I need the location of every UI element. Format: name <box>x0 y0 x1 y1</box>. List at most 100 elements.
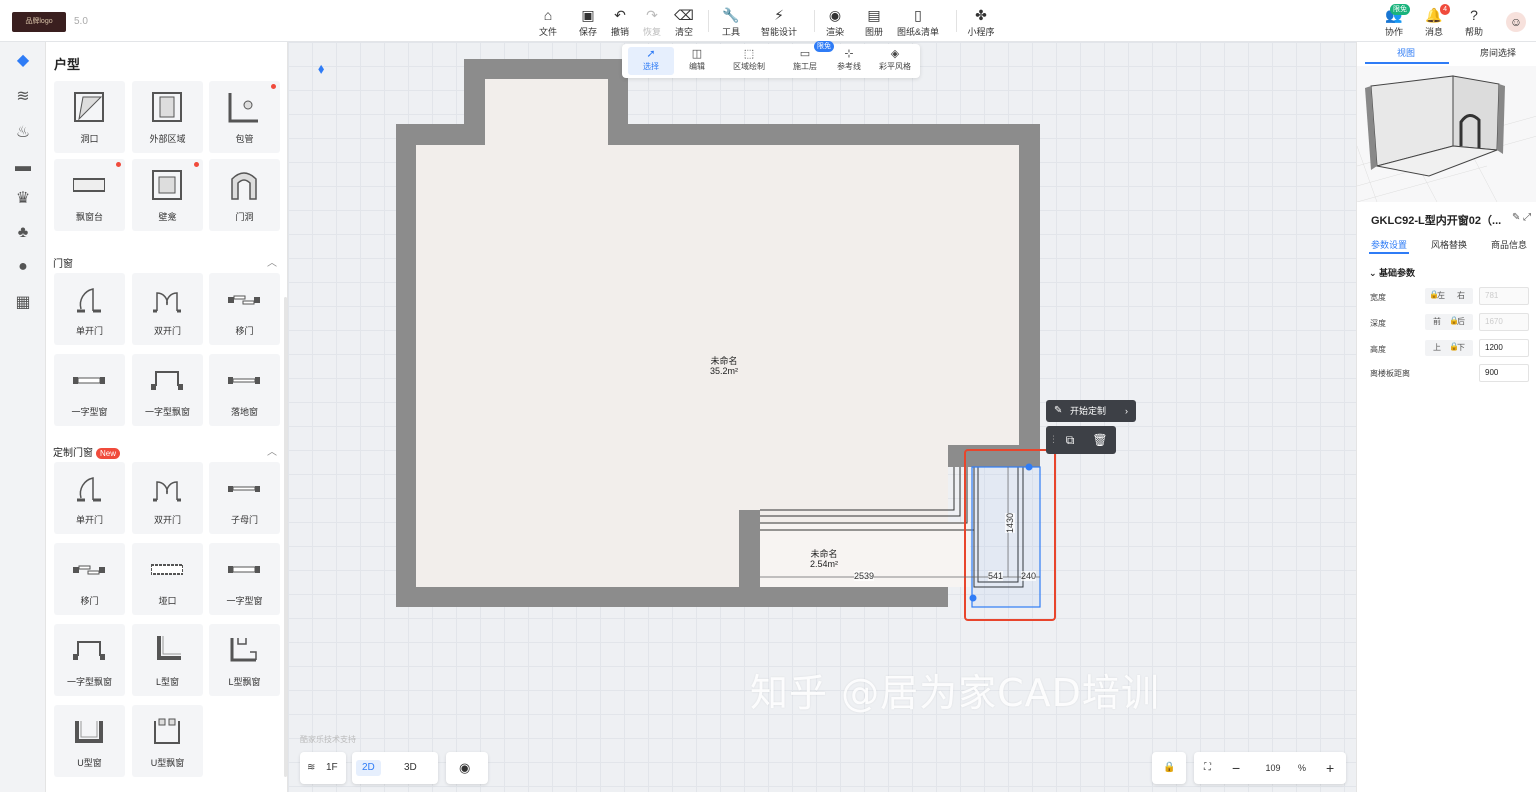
tree-category-icon[interactable]: ♣ <box>12 222 34 244</box>
object-action-bar: ⋮ ⧉ 🗑 <box>1046 426 1116 454</box>
dimension-label[interactable]: 541 <box>988 571 1004 581</box>
tab-view[interactable]: 视图 <box>1397 46 1415 59</box>
floor-selector[interactable]: ≋ 1F <box>300 752 346 784</box>
height-field[interactable]: 1200 <box>1479 339 1529 357</box>
new-badge: New <box>96 448 121 459</box>
dimension-label[interactable]: 240 <box>1021 571 1037 581</box>
library-item[interactable]: 落地窗 <box>209 354 280 426</box>
library-item[interactable]: 一字型窗 <box>209 543 280 615</box>
tab-room-select[interactable]: 房间选择 <box>1480 46 1516 59</box>
dimension-label[interactable]: 1430 <box>1005 512 1016 534</box>
library-item[interactable]: 子母门 <box>209 462 280 534</box>
sofa-category-icon[interactable]: ▬ <box>12 156 34 178</box>
library-item[interactable]: 垭口 <box>132 543 203 615</box>
toolbar-divider <box>956 10 957 32</box>
reference-line-tool[interactable]: ⊹ 参考线 <box>826 47 872 75</box>
clear-button[interactable]: ⌫ 清空 <box>667 6 701 38</box>
library-item[interactable]: 一字型飘窗 <box>132 354 203 426</box>
visibility-button[interactable]: ◉ <box>446 752 488 784</box>
library-item[interactable]: 包管 <box>209 81 280 153</box>
tab-style-replace[interactable]: 风格替换 <box>1431 238 1467 251</box>
wall <box>948 445 1040 467</box>
library-item[interactable]: 双开门 <box>132 273 203 345</box>
lock-icon: 🔒 <box>1163 762 1176 773</box>
zoom-out-icon[interactable]: − <box>1232 760 1240 776</box>
album-button[interactable]: ▤ 图册 <box>857 6 891 38</box>
help-button[interactable]: ? 帮助 <box>1457 6 1491 38</box>
library-item[interactable]: U型窗 <box>54 705 125 777</box>
view-2d-button[interactable]: 2D <box>356 760 381 776</box>
floorplan-category-icon[interactable]: ◆ <box>12 50 34 72</box>
trash-icon[interactable]: 🗑 <box>1090 430 1110 450</box>
smart-design-button[interactable]: ⚡ 智能设计 <box>761 6 797 38</box>
anchor-toggle[interactable]: 上 🔒 下 <box>1425 340 1473 356</box>
color-plan-style-tool[interactable]: ◈ 彩平风格 <box>872 47 918 75</box>
library-item[interactable]: 单开门 <box>54 462 125 534</box>
tab-parameters[interactable]: 参数设置 <box>1371 238 1407 251</box>
save-button[interactable]: ▣ 保存 <box>571 6 605 38</box>
library-item[interactable]: L型窗 <box>132 624 203 696</box>
library-item[interactable]: 壁龛 <box>132 159 203 231</box>
floor-window-icon <box>228 377 260 384</box>
library-item[interactable]: 外部区域 <box>132 81 203 153</box>
select-tool[interactable]: ➚ 选择 <box>628 47 674 75</box>
drag-handle-icon[interactable]: ⋮ <box>1049 434 1058 445</box>
anchor-toggle[interactable]: 🔒 左右 <box>1425 288 1473 304</box>
tools-button[interactable]: 🔧 工具 <box>714 6 748 38</box>
depth-field[interactable]: 1670 <box>1479 313 1529 331</box>
mini-program-button[interactable]: ✤ 小程序 <box>964 6 998 38</box>
user-category-icon[interactable]: ● <box>12 256 34 278</box>
duplicate-icon[interactable]: ⧉ <box>1060 430 1080 450</box>
start-customize-button[interactable]: ✎ 开始定制 › <box>1046 400 1136 422</box>
library-item[interactable]: L型飘窗 <box>209 624 280 696</box>
cursor-icon: ➚ <box>646 48 656 60</box>
file-button[interactable]: ⌂ 文件 <box>531 6 565 38</box>
chevron-up-icon[interactable]: ︿ <box>267 443 277 458</box>
library-item[interactable]: 飘窗台 <box>54 159 125 231</box>
zoom-in-icon[interactable]: + <box>1326 760 1334 776</box>
cabinet-category-icon[interactable]: ▦ <box>12 292 34 314</box>
crown-category-icon[interactable]: ♛ <box>12 188 34 210</box>
room-label[interactable]: 未命名 35.2m² <box>684 356 764 376</box>
messages-button[interactable]: 🔔 消息 4 <box>1417 4 1451 38</box>
library-item[interactable]: 门洞 <box>209 159 280 231</box>
dimension-label[interactable]: 2539 <box>854 571 875 581</box>
undo-button[interactable]: ↶ 撤销 <box>603 6 637 38</box>
view-3d-button[interactable]: 3D <box>404 760 417 776</box>
zoom-value[interactable]: 109 <box>1252 760 1294 776</box>
library-item[interactable]: 一字型飘窗 <box>54 624 125 696</box>
collaborate-button[interactable]: 👥 协作 限免 <box>1377 4 1411 38</box>
avatar[interactable]: ☺ <box>1506 12 1526 32</box>
redo-button[interactable]: ↷ 恢复 <box>635 6 669 38</box>
camera-icon: ◉ <box>828 7 842 23</box>
brand-logo[interactable]: 品牌logo <box>12 12 66 32</box>
chevron-up-icon[interactable]: ︿ <box>267 254 277 269</box>
render-button[interactable]: ◉ 渲染 <box>818 6 852 38</box>
lock-button[interactable]: 🔒 <box>1152 752 1186 784</box>
library-item[interactable]: 一字型窗 <box>54 354 125 426</box>
library-item[interactable]: 移门 <box>209 273 280 345</box>
edit-icon[interactable]: ✎ ⤢ <box>1512 212 1531 223</box>
library-item[interactable]: U型飘窗 <box>132 705 203 777</box>
library-item[interactable]: 双开门 <box>132 462 203 534</box>
room-label[interactable]: 未命名 2.54m² <box>784 549 864 569</box>
layers-category-icon[interactable]: ≋ <box>12 86 34 108</box>
lamp-category-icon[interactable]: ♨ <box>12 122 34 144</box>
width-field[interactable]: 781 <box>1479 287 1529 305</box>
edit-tool[interactable]: ◫ 编辑 <box>674 47 720 75</box>
tab-product-info[interactable]: 商品信息 <box>1491 238 1527 251</box>
library-item[interactable]: 洞口 <box>54 81 125 153</box>
param-group-title[interactable]: ⌄ 基础参数 <box>1369 266 1415 279</box>
anchor-toggle[interactable]: 前 🔒 后 <box>1425 314 1473 330</box>
library-item[interactable]: 单开门 <box>54 273 125 345</box>
panel-scrollbar[interactable] <box>284 297 287 777</box>
drawings-list-button[interactable]: ▯ 图纸&清单 <box>897 6 939 38</box>
floor-distance-field[interactable]: 900 <box>1479 364 1529 382</box>
construction-layer-tool[interactable]: ▭ 施工层 限免 <box>782 41 834 75</box>
3d-preview[interactable] <box>1357 66 1536 202</box>
watermark: 知乎 @居为家CAD培训 <box>750 671 1160 715</box>
library-item[interactable]: 移门 <box>54 543 125 615</box>
fit-view-icon[interactable]: ⛶ <box>1204 760 1211 776</box>
area-draw-tool[interactable]: ⬚ 区域绘制 <box>726 47 772 75</box>
layers-icon: ≋ <box>307 762 316 773</box>
